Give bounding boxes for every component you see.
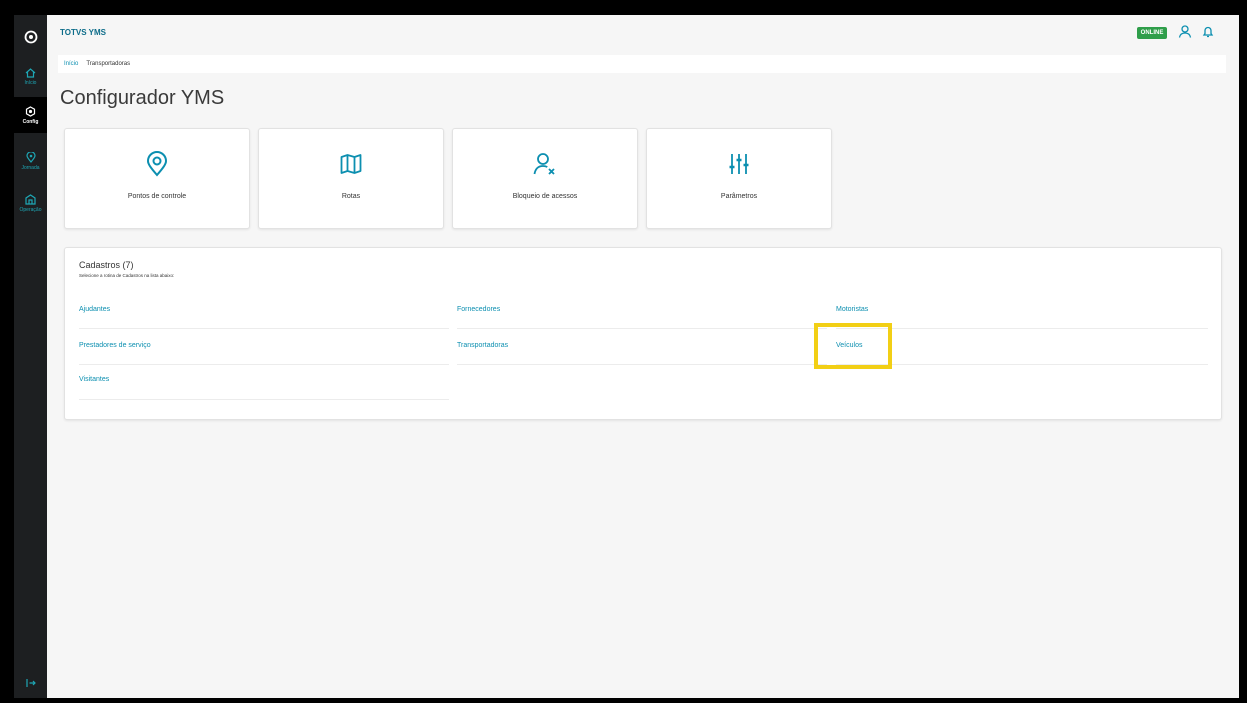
gear-icon (25, 105, 36, 117)
sidebar-item-config[interactable]: Config (14, 97, 47, 133)
breadcrumb-home-link[interactable]: Início (64, 61, 78, 67)
user-icon[interactable] (1178, 25, 1192, 43)
app-window: Início Config Jornada Operação TOTVS YMS… (14, 15, 1239, 698)
home-icon (25, 68, 36, 78)
user-blocked-icon (533, 153, 555, 175)
page-title: Configurador YMS (60, 87, 225, 109)
breadcrumb-current: Transportadoras (86, 61, 131, 67)
logout-button[interactable] (14, 678, 47, 688)
card-label: Parâmetros (720, 193, 758, 200)
sidebar-item-label: Config (22, 118, 39, 125)
divider (457, 364, 827, 365)
cadastros-panel: Cadastros (7) Selecione a rotina de Cada… (64, 247, 1222, 420)
status-badge: ONLINE (1137, 27, 1167, 39)
cadastros-subtitle: Selecione a rotina de Cadastros na lista… (79, 273, 175, 278)
cadastro-link-prestadores-de-servico[interactable]: Prestadores de serviço (79, 342, 151, 349)
top-bar: TOTVS YMS ONLINE (47, 15, 1239, 48)
sidebar-item-label: Início (24, 80, 37, 86)
logout-icon (25, 679, 36, 687)
sidebar-item-inicio[interactable]: Início (14, 59, 47, 95)
cadastro-link-fornecedores[interactable]: Fornecedores (457, 306, 500, 313)
card-pontos-de-controle[interactable]: Pontos de controle (64, 128, 250, 229)
building-icon (25, 193, 36, 205)
cadastro-link-ajudantes[interactable]: Ajudantes (79, 306, 110, 313)
card-label: Bloqueio de acessos (512, 193, 578, 200)
card-label: Pontos de controle (127, 193, 187, 200)
divider (79, 399, 449, 400)
card-parametros[interactable]: Parâmetros (646, 128, 832, 229)
sidebar-item-label: Operação (19, 206, 42, 213)
cadastro-link-transportadoras[interactable]: Transportadoras (457, 342, 508, 349)
highlight-box (814, 323, 892, 369)
sidebar-item-label: Jornada (21, 164, 40, 171)
location-pin-icon (146, 151, 168, 177)
sidebar-item-operacao[interactable]: Operação (14, 185, 47, 221)
map-icon (340, 154, 362, 174)
cadastro-link-visitantes[interactable]: Visitantes (79, 376, 109, 383)
card-bloqueio-de-acessos[interactable]: Bloqueio de acessos (452, 128, 638, 229)
divider (457, 328, 827, 329)
bell-icon[interactable] (1202, 25, 1214, 43)
card-label: Rotas (341, 193, 361, 200)
app-logo-icon[interactable] (14, 27, 47, 47)
divider (79, 328, 449, 329)
sidebar: Início Config Jornada Operação (14, 15, 47, 698)
divider (79, 364, 449, 365)
card-rotas[interactable]: Rotas (258, 128, 444, 229)
breadcrumb: Início Transportadoras (58, 55, 1226, 73)
sliders-icon (729, 154, 749, 174)
sidebar-item-jornada[interactable]: Jornada (14, 143, 47, 179)
cadastros-title: Cadastros (7) (79, 260, 134, 270)
cadastro-link-motoristas[interactable]: Motoristas (836, 306, 868, 313)
app-title: TOTVS YMS (60, 28, 106, 37)
location-pin-icon (25, 151, 36, 163)
